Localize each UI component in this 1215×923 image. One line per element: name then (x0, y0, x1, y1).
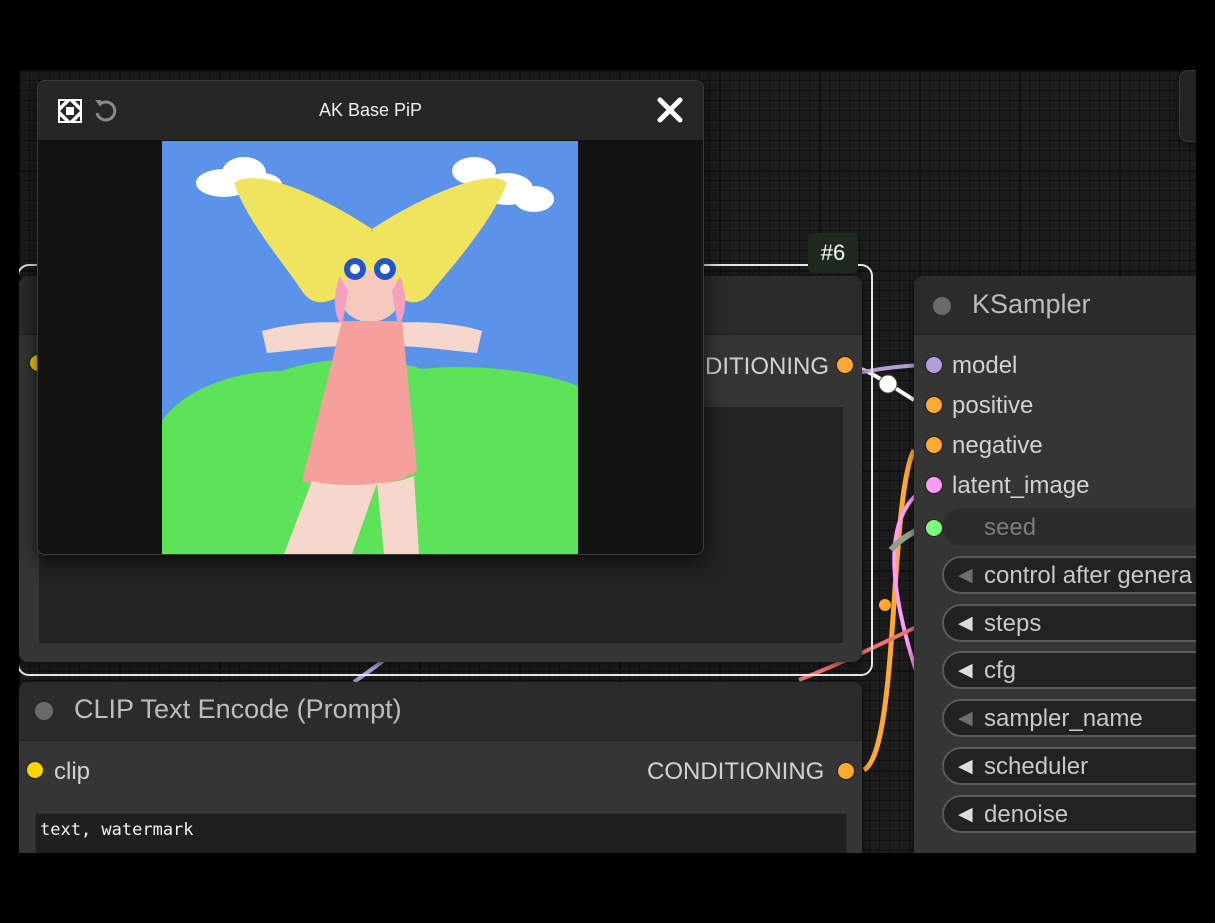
close-icon[interactable] (656, 96, 684, 129)
partial-node-top-right[interactable] (1179, 70, 1196, 142)
steps-widget[interactable]: ◀ steps (942, 604, 1196, 642)
positive-input-slot[interactable] (925, 396, 943, 414)
control-after-generate-widget[interactable]: ◀ control after genera (942, 556, 1196, 594)
prompt-text-area[interactable]: text, watermark (35, 813, 847, 853)
pip-window[interactable]: AK Base PiP (37, 80, 704, 555)
clip-input-slot[interactable] (26, 761, 44, 779)
positive-node-output-label: DITIONING (705, 353, 829, 380)
decrement-arrow-icon[interactable]: ◀ (958, 564, 973, 587)
generated-image-preview (162, 141, 578, 554)
decrement-arrow-icon[interactable]: ◀ (958, 659, 973, 682)
clip-node-title: CLIP Text Encode (Prompt) (74, 694, 402, 724)
widget-label: cfg (984, 657, 1017, 684)
clip-input-label: clip (54, 758, 91, 785)
cfg-widget[interactable]: ◀ cfg (942, 651, 1196, 689)
denoise-widget[interactable]: ◀ denoise (942, 795, 1196, 833)
decrement-arrow-icon[interactable]: ◀ (958, 755, 973, 778)
latent-image-input-slot[interactable] (925, 476, 943, 494)
conditioning-output-slot[interactable] (837, 762, 855, 780)
model-input-slot[interactable] (925, 356, 943, 374)
clip-text-encode-node[interactable]: CLIP Text Encode (Prompt) clip CONDITION… (19, 682, 862, 853)
prompt-text: text, watermark (40, 820, 194, 840)
widget-label: control after genera (984, 562, 1193, 589)
widget-label: denoise (984, 801, 1069, 828)
positive-node-conditioning-output[interactable] (836, 356, 854, 374)
decrement-arrow-icon[interactable]: ◀ (958, 707, 973, 730)
pip-title: AK Base PiP (318, 100, 423, 120)
seed-label: seed (984, 514, 1037, 541)
scheduler-widget[interactable]: ◀ scheduler (942, 747, 1196, 785)
negative-input-label: negative (952, 432, 1043, 459)
decrement-arrow-icon[interactable]: ◀ (958, 803, 973, 826)
sampler-name-widget[interactable]: ◀ sampler_name (942, 699, 1196, 737)
node-badge: #6 (808, 233, 858, 273)
pip-title-bar[interactable]: AK Base PiP (38, 81, 703, 140)
negative-input-slot[interactable] (925, 436, 943, 454)
conditioning-output-label: CONDITIONING (647, 758, 825, 785)
node-collapse-dot[interactable] (933, 297, 951, 315)
seed-widget[interactable]: seed (942, 508, 1196, 546)
ksampler-node[interactable]: KSampler model positive negative latent_… (914, 276, 1196, 853)
decrement-arrow-icon[interactable]: ◀ (958, 612, 973, 635)
widget-label: steps (984, 610, 1042, 637)
node-collapse-dot[interactable] (35, 702, 53, 720)
model-input-label: model (952, 352, 1018, 379)
widget-label: scheduler (984, 753, 1089, 780)
latent-image-input-label: latent_image (952, 472, 1090, 499)
positive-input-label: positive (952, 392, 1034, 419)
widget-label: sampler_name (984, 705, 1143, 732)
seed-input-slot[interactable] (925, 519, 943, 537)
ksampler-title: KSampler (972, 289, 1091, 319)
